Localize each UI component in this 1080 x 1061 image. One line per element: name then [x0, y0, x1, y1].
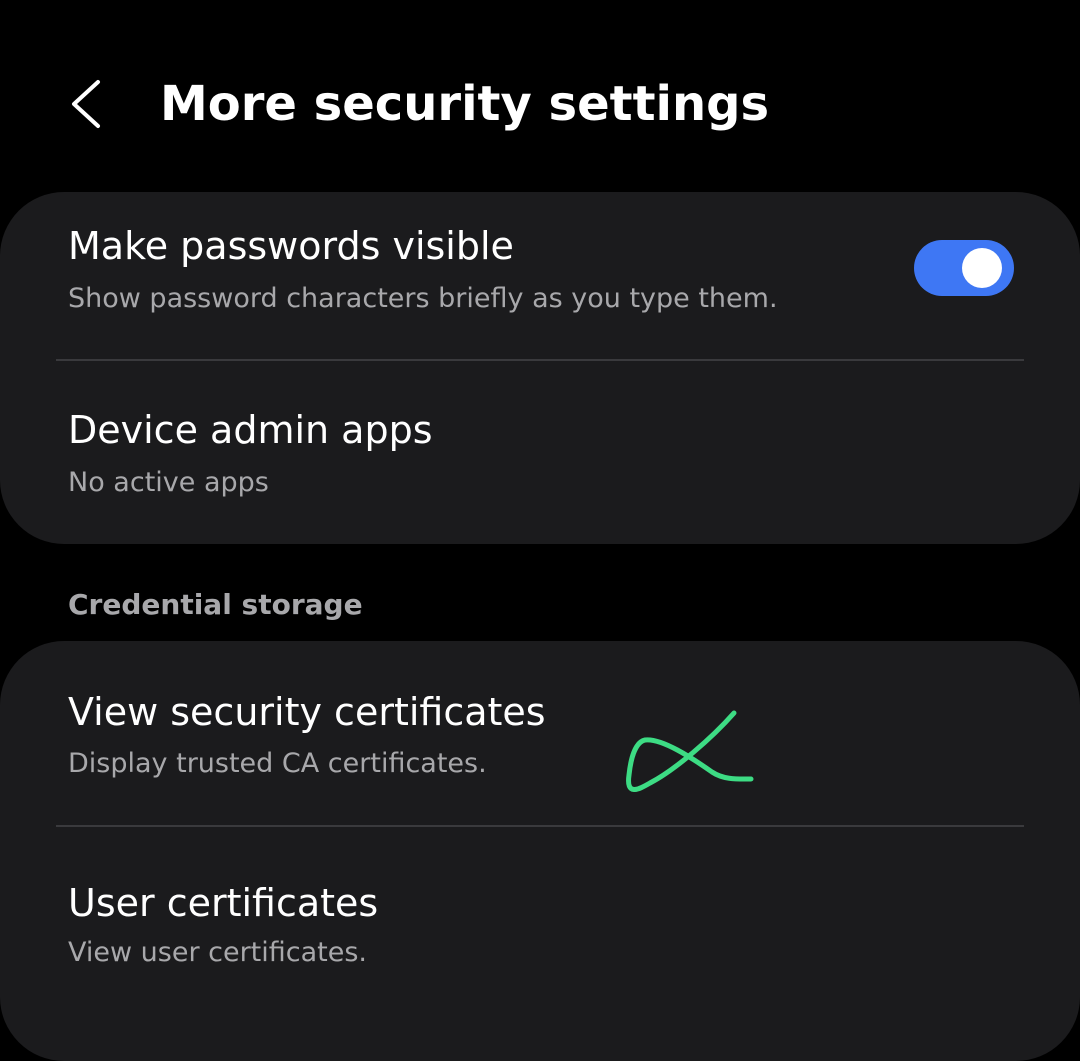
user-certificates-subtitle: View user certificates.	[68, 937, 368, 968]
view-security-certificates-subtitle: Display trusted CA certificates.	[68, 748, 487, 779]
device-admin-apps-title: Device admin apps	[68, 408, 433, 452]
make-passwords-visible-subtitle: Show password characters briefly as you …	[68, 283, 778, 314]
device-admin-apps-item[interactable]: Device admin apps No active apps	[0, 361, 1080, 544]
back-button[interactable]	[62, 72, 118, 136]
chevron-left-icon	[72, 80, 100, 128]
user-certificates-title: User certificates	[68, 881, 379, 925]
make-passwords-visible-title: Make passwords visible	[68, 224, 514, 268]
app-bar: More security settings	[0, 0, 1080, 190]
make-passwords-visible-toggle[interactable]	[914, 240, 1014, 296]
device-admin-apps-subtitle: No active apps	[68, 467, 269, 498]
section-header-credential-storage: Credential storage	[68, 588, 363, 621]
user-certificates-item[interactable]: User certificates View user certificates…	[0, 827, 1080, 1017]
settings-card-credential-storage: View security certificates Display trust…	[0, 641, 1080, 1061]
toggle-knob	[962, 248, 1002, 288]
view-security-certificates-title: View security certificates	[68, 690, 546, 734]
page-title: More security settings	[160, 76, 770, 132]
make-passwords-visible-item[interactable]: Make passwords visible Show password cha…	[0, 192, 1080, 360]
settings-card-general: Make passwords visible Show password cha…	[0, 192, 1080, 544]
view-security-certificates-item[interactable]: View security certificates Display trust…	[0, 641, 1080, 825]
